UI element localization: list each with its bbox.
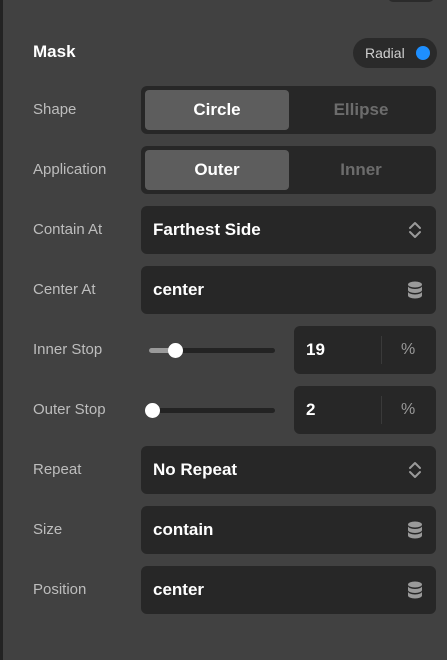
database-icon[interactable] (406, 280, 424, 300)
inner-stop-label: Inner Stop (33, 341, 103, 358)
position-value: center (153, 580, 205, 599)
shape-segmented-control: Circle Ellipse (141, 86, 436, 134)
center-at-label: Center At (33, 281, 96, 298)
repeat-label: Repeat (33, 461, 82, 478)
contain-at-value: Farthest Side (153, 220, 261, 239)
mode-indicator-dot-icon (416, 46, 430, 60)
mask-mode-label: Radial (365, 45, 405, 61)
center-at-value: center (153, 280, 205, 299)
center-at-input[interactable]: center (141, 266, 436, 314)
position-label: Position (33, 581, 87, 598)
application-option-outer[interactable]: Outer (145, 150, 289, 190)
application-label: Application (33, 161, 107, 178)
application-segmented-control: Outer Inner (141, 146, 436, 194)
outer-stop-slider[interactable] (145, 403, 275, 418)
outer-stop-slider-thumb[interactable] (145, 403, 160, 418)
inner-stop-slider[interactable] (149, 343, 275, 358)
shape-option-circle[interactable]: Circle (145, 90, 289, 130)
outer-stop-value: 2 (306, 400, 316, 419)
size-label: Size (33, 521, 63, 538)
application-option-inner[interactable]: Inner (289, 150, 433, 190)
outer-stop-number-field[interactable]: 2 % (294, 386, 436, 434)
inner-stop-number-field[interactable]: 19 % (294, 326, 436, 374)
inner-stop-value: 19 (306, 340, 325, 359)
contain-at-select[interactable]: Farthest Side (141, 206, 436, 254)
updown-chevron-icon (409, 462, 421, 478)
outer-stop-label: Outer Stop (33, 401, 106, 418)
inner-stop-slider-thumb[interactable] (168, 343, 183, 358)
size-input[interactable]: contain (141, 506, 436, 554)
outer-stop-unit[interactable]: % (401, 401, 415, 419)
database-icon[interactable] (406, 580, 424, 600)
inner-stop-unit[interactable]: % (401, 341, 415, 359)
position-input[interactable]: center (141, 566, 436, 614)
section-title: Mask (33, 42, 76, 61)
size-value: contain (153, 520, 214, 539)
contain-at-label: Contain At (33, 221, 103, 238)
shape-option-ellipse[interactable]: Ellipse (289, 90, 433, 130)
unit-divider (381, 396, 382, 424)
collapse-handle[interactable] (388, 0, 434, 2)
repeat-value: No Repeat (153, 460, 238, 479)
updown-chevron-icon (409, 222, 421, 238)
mask-settings-panel: Mask Radial Shape Circle Ellipse Applica… (3, 0, 447, 660)
shape-label: Shape (33, 101, 77, 118)
database-icon[interactable] (406, 520, 424, 540)
mask-mode-toggle[interactable]: Radial (353, 38, 437, 68)
repeat-select[interactable]: No Repeat (141, 446, 436, 494)
unit-divider (381, 336, 382, 364)
